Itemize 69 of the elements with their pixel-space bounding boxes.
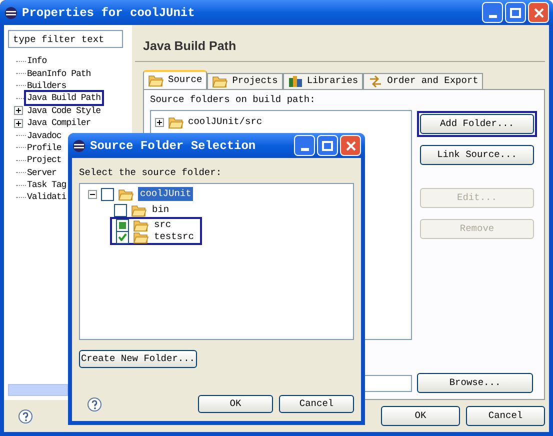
horizontal-scrollbar[interactable] — [8, 384, 68, 396]
window-title: Properties for coolJUnit — [22, 4, 196, 22]
close-button[interactable] — [528, 2, 549, 23]
source-folder-icon — [148, 74, 164, 87]
tree-item[interactable]: coolJUnit/src — [188, 115, 262, 130]
tab[interactable]: Libraries — [282, 73, 364, 89]
folder-icon — [133, 218, 149, 232]
expand-icon[interactable] — [14, 106, 23, 116]
checkbox[interactable] — [116, 218, 129, 232]
checkbox[interactable] — [114, 204, 127, 217]
minimize-icon — [300, 148, 308, 151]
help-icon[interactable] — [87, 396, 102, 412]
maximize-button[interactable] — [317, 135, 338, 156]
eclipse-icon — [72, 138, 86, 152]
close-icon — [534, 8, 544, 18]
ok-button[interactable]: OK — [198, 395, 273, 413]
nav-tree-item[interactable]: Profile — [26, 142, 62, 154]
nav-tree-item[interactable]: Java Build Path — [26, 92, 102, 104]
cancel-button[interactable]: Cancel — [279, 395, 354, 413]
nav-tree-item[interactable]: Java Code Style — [26, 104, 102, 117]
source-folder-icon — [168, 116, 184, 129]
nav-tree-item[interactable]: Javadoc — [26, 130, 62, 142]
nav-tree-item[interactable]: Task Tag — [26, 179, 68, 192]
tab[interactable]: Source — [143, 70, 208, 89]
action-button[interactable]: Add Folder... — [420, 114, 534, 134]
collapse-icon[interactable] — [88, 190, 97, 199]
expand-icon[interactable] — [155, 118, 164, 127]
nav-tree-item[interactable]: BeanInfo Path — [26, 68, 92, 80]
cancel-button[interactable]: Cancel — [466, 406, 545, 426]
expand-icon[interactable] — [14, 118, 23, 128]
tree-item[interactable]: testsrc — [153, 230, 195, 244]
create-folder-button[interactable]: Create New Folder... — [79, 350, 197, 368]
minimize-button[interactable] — [482, 2, 503, 23]
ok-button[interactable]: OK — [381, 406, 460, 426]
page-title: Java Build Path — [142, 38, 238, 55]
nav-tree-item[interactable]: Java Compiler — [26, 117, 92, 130]
close-button[interactable] — [340, 135, 361, 156]
close-icon — [346, 140, 356, 150]
maximize-button[interactable] — [505, 2, 526, 23]
tab[interactable]: Projects — [207, 73, 283, 89]
list-label: Source folders on build path: — [150, 93, 316, 107]
nav-tree-item[interactable]: Builders — [26, 80, 68, 92]
books-icon — [288, 75, 303, 88]
folder-icon — [131, 204, 147, 217]
filter-field[interactable]: type filter text — [8, 30, 123, 48]
tab[interactable]: Order and Export — [363, 73, 484, 89]
folder-icon — [212, 75, 228, 88]
arrows-icon — [368, 75, 384, 88]
nav-tree-item[interactable]: Info — [26, 55, 48, 68]
project-folder-icon — [118, 188, 134, 201]
action-button[interactable]: Link Source... — [420, 145, 534, 166]
checkbox[interactable] — [101, 188, 114, 201]
help-icon[interactable] — [18, 408, 33, 424]
eclipse-icon — [4, 6, 18, 20]
checkbox[interactable] — [116, 230, 129, 244]
minimize-icon — [488, 15, 496, 18]
browse-button[interactable]: Browse... — [417, 373, 533, 393]
tree-item[interactable]: coolJUnit — [138, 187, 194, 202]
nav-tree-item[interactable]: Project — [26, 154, 62, 166]
maximize-icon — [322, 140, 333, 150]
nav-tree-item[interactable]: Validati — [26, 191, 68, 204]
dialog-label: Select the source folder: — [79, 166, 223, 180]
nav-tree-item[interactable]: Server — [26, 166, 58, 179]
folder-icon — [133, 230, 149, 244]
tree-item[interactable]: bin — [151, 203, 170, 218]
tree-item[interactable]: src — [153, 218, 172, 232]
maximize-icon — [510, 8, 521, 18]
window-title: Source Folder Selection — [90, 138, 257, 154]
minimize-button[interactable] — [294, 135, 315, 156]
